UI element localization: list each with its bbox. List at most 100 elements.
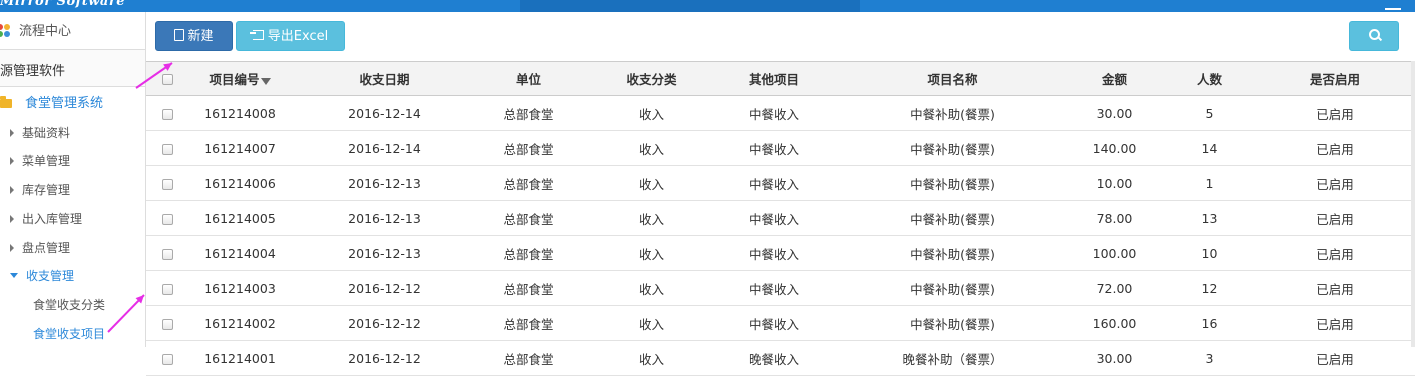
cell-people: 13 <box>1164 200 1255 236</box>
cell-project-name: 中餐补助(餐票) <box>840 270 1065 306</box>
cell-other-item: 中餐收入 <box>708 165 840 201</box>
cell-project-name: 晚餐补助（餐票） <box>840 340 1065 376</box>
row-checkbox[interactable] <box>162 318 173 330</box>
caret-right-icon <box>10 186 14 194</box>
cell-category: 收入 <box>595 130 708 166</box>
cell-project-no: 161214004 <box>173 235 307 271</box>
cell-date: 2016-12-14 <box>307 95 462 131</box>
table-row[interactable]: 161214007 2016-12-14 总部食堂 收入 中餐收入 中餐补助(餐票) 140… <box>146 130 1415 166</box>
sidebar-item-income-expense[interactable]: 收支管理 <box>10 267 155 284</box>
cell-amount: 72.00 <box>1065 270 1164 306</box>
app-logo: Mirror Software <box>0 0 125 9</box>
cell-people: 3 <box>1164 340 1255 376</box>
cell-project-name: 中餐补助(餐票) <box>840 235 1065 271</box>
row-checkbox[interactable] <box>162 143 173 155</box>
sidebar-item-canteen-system[interactable]: 食堂管理系统 <box>0 92 145 111</box>
export-icon <box>249 30 264 40</box>
cell-project-name: 中餐补助(餐票) <box>840 95 1065 131</box>
system-name: 源管理软件 <box>0 64 66 79</box>
caret-right-icon <box>10 129 14 137</box>
sidebar-item-menu-management[interactable]: 菜单管理 <box>10 152 155 169</box>
cell-amount: 140.00 <box>1065 130 1164 166</box>
sidebar: 流程中心 源管理软件 食堂管理系统 基础资料 菜单管理 库存管理 出入库管理 盘… <box>0 12 146 347</box>
menu-label: 出入库管理 <box>22 212 83 226</box>
cell-project-name: 中餐补助(餐票) <box>840 200 1065 236</box>
cell-other-item: 中餐收入 <box>708 95 840 131</box>
table-row[interactable]: 161214003 2016-12-12 总部食堂 收入 中餐收入 中餐补助(餐票) 72.… <box>146 270 1415 306</box>
row-checkbox-cell <box>146 270 173 306</box>
row-checkbox-cell <box>146 200 173 236</box>
row-checkbox[interactable] <box>162 283 173 295</box>
select-all-checkbox[interactable] <box>162 74 173 85</box>
table-body: 161214008 2016-12-14 总部食堂 收入 中餐收入 中餐补助(餐票) 30.… <box>146 95 1415 376</box>
cell-date: 2016-12-14 <box>307 130 462 166</box>
table-row[interactable]: 161214005 2016-12-13 总部食堂 收入 中餐收入 中餐补助(餐票) 78.… <box>146 200 1415 236</box>
cell-project-name: 中餐补助(餐票) <box>840 305 1065 341</box>
cell-date: 2016-12-12 <box>307 270 462 306</box>
cell-amount: 100.00 <box>1065 235 1164 271</box>
table-row[interactable]: 161214001 2016-12-12 总部食堂 收入 晚餐收入 晚餐补助（餐票） 30.… <box>146 340 1415 376</box>
cell-unit: 总部食堂 <box>462 270 595 306</box>
cell-enabled: 已启用 <box>1255 200 1415 236</box>
data-table: 项目编号 收支日期 单位 收支分类 其他项目 项目名称 金额 人数 是否启用 1… <box>146 61 1415 376</box>
cell-unit: 总部食堂 <box>462 235 595 271</box>
cell-amount: 30.00 <box>1065 95 1164 131</box>
cell-category: 收入 <box>595 270 708 306</box>
cell-project-no: 161214005 <box>173 200 307 236</box>
file-icon <box>174 29 185 41</box>
menu-label: 基础资料 <box>22 126 71 140</box>
cell-project-no: 161214008 <box>173 95 307 131</box>
sidebar-item-flow-center[interactable]: 流程中心 <box>0 20 145 39</box>
export-excel-button[interactable]: 导出Excel <box>236 21 345 51</box>
cell-unit: 总部食堂 <box>462 130 595 166</box>
cell-project-name: 中餐补助(餐票) <box>840 130 1065 166</box>
cell-enabled: 已启用 <box>1255 95 1415 131</box>
cell-other-item: 中餐收入 <box>708 130 840 166</box>
cell-other-item: 晚餐收入 <box>708 340 840 376</box>
cell-other-item: 中餐收入 <box>708 235 840 271</box>
cell-unit: 总部食堂 <box>462 165 595 201</box>
cell-category: 收入 <box>595 165 708 201</box>
sort-desc-icon[interactable] <box>260 78 271 85</box>
cell-amount: 160.00 <box>1065 305 1164 341</box>
scrollbar[interactable] <box>1411 61 1415 347</box>
apps-icon <box>0 24 13 37</box>
top-banner: Mirror Software <box>0 0 1415 12</box>
cell-category: 收入 <box>595 340 708 376</box>
menu-label: 库存管理 <box>22 183 71 197</box>
sidebar-item-stock-in-out[interactable]: 出入库管理 <box>10 210 155 227</box>
banner-stripe <box>520 0 860 12</box>
new-label: 新建 <box>187 29 214 44</box>
cell-enabled: 已启用 <box>1255 130 1415 166</box>
search-button[interactable] <box>1349 21 1399 51</box>
menu-label: 菜单管理 <box>22 154 71 168</box>
cell-people: 12 <box>1164 270 1255 306</box>
row-checkbox-cell <box>146 95 173 131</box>
header-project-no[interactable]: 项目编号 <box>173 61 307 96</box>
header-people: 人数 <box>1164 61 1255 96</box>
header-unit: 单位 <box>462 61 595 96</box>
cell-people: 5 <box>1164 95 1255 131</box>
new-button[interactable]: 新建 <box>155 21 233 51</box>
header-row: 项目编号 收支日期 单位 收支分类 其他项目 项目名称 金额 人数 是否启用 <box>146 61 1415 96</box>
row-checkbox-cell <box>146 130 173 166</box>
row-checkbox[interactable] <box>162 248 173 260</box>
sidebar-item-stocktaking[interactable]: 盘点管理 <box>10 239 155 256</box>
table-row[interactable]: 161214008 2016-12-14 总部食堂 收入 中餐收入 中餐补助(餐票) 30.… <box>146 95 1415 131</box>
cell-project-no: 161214002 <box>173 305 307 341</box>
row-checkbox[interactable] <box>162 108 173 120</box>
submenu-label: 食堂收支项目 <box>33 327 106 341</box>
table-row[interactable]: 161214006 2016-12-13 总部食堂 收入 中餐收入 中餐补助(餐票) 10.… <box>146 165 1415 201</box>
caret-down-icon <box>10 273 18 278</box>
row-checkbox[interactable] <box>162 213 173 225</box>
menu-icon[interactable] <box>1385 0 1401 10</box>
sidebar-item-basic-data[interactable]: 基础资料 <box>10 124 155 141</box>
row-checkbox[interactable] <box>162 178 173 190</box>
menu-label: 盘点管理 <box>22 241 71 255</box>
row-checkbox[interactable] <box>162 353 173 365</box>
table-row[interactable]: 161214004 2016-12-13 总部食堂 收入 中餐收入 中餐补助(餐票) 100… <box>146 235 1415 271</box>
table-row[interactable]: 161214002 2016-12-12 总部食堂 收入 中餐收入 中餐补助(餐票) 160… <box>146 305 1415 341</box>
cell-category: 收入 <box>595 305 708 341</box>
sidebar-item-inventory[interactable]: 库存管理 <box>10 181 155 198</box>
cell-unit: 总部食堂 <box>462 340 595 376</box>
